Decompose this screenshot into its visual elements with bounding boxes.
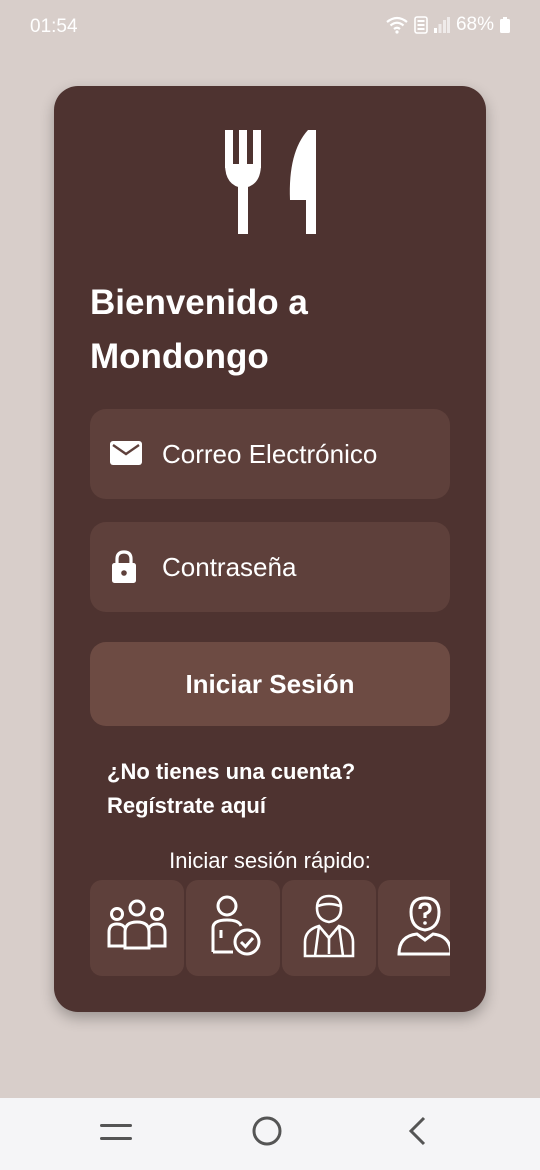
waiter-icon (301, 894, 357, 963)
quick-login-verified-button[interactable] (186, 880, 280, 976)
recent-apps-icon[interactable] (100, 1122, 132, 1149)
quick-login-unknown-button[interactable] (378, 880, 450, 976)
battery-percent: 68% (455, 14, 494, 35)
register-link-line1: ¿No tienes una cuenta? (107, 759, 356, 784)
register-link[interactable]: ¿No tienes una cuenta? Regístrate aquí (107, 755, 427, 823)
register-link-line2: Regístrate aquí (107, 793, 266, 818)
group-icon (105, 898, 169, 959)
verified-user-icon (203, 894, 263, 963)
cutlery-icon (222, 130, 318, 239)
quick-login-row (90, 880, 450, 976)
quick-login-group-button[interactable] (90, 880, 184, 976)
status-time: 01:54 (30, 16, 78, 37)
signal-icon (433, 17, 450, 33)
wifi-icon (386, 16, 408, 34)
back-icon[interactable] (408, 1116, 428, 1151)
login-card: Bienvenido a Mondongo Correo Electrónico… (54, 86, 486, 1012)
quick-login-waiter-button[interactable] (282, 880, 376, 976)
lock-icon (110, 550, 138, 589)
envelope-icon (110, 441, 142, 470)
welcome-title-line2: Mondongo (90, 337, 269, 376)
welcome-title: Bienvenido a Mondongo (90, 276, 450, 384)
status-icons: 68% (386, 14, 510, 36)
password-placeholder: Contraseña (162, 552, 297, 582)
welcome-title-line1: Bienvenido a (90, 283, 308, 322)
password-field[interactable]: Contraseña (90, 522, 450, 612)
battery-icon (500, 17, 510, 33)
home-icon[interactable] (252, 1116, 282, 1151)
unknown-user-icon (395, 894, 450, 963)
email-field[interactable]: Correo Electrónico (90, 409, 450, 499)
quick-login-label: Iniciar sesión rápido: (169, 848, 371, 873)
volte-icon (414, 16, 428, 34)
email-placeholder: Correo Electrónico (162, 439, 378, 469)
status-bar: 01:54 68% (0, 0, 540, 54)
system-nav-bar (0, 1098, 540, 1170)
login-button[interactable]: Iniciar Sesión (90, 642, 450, 726)
